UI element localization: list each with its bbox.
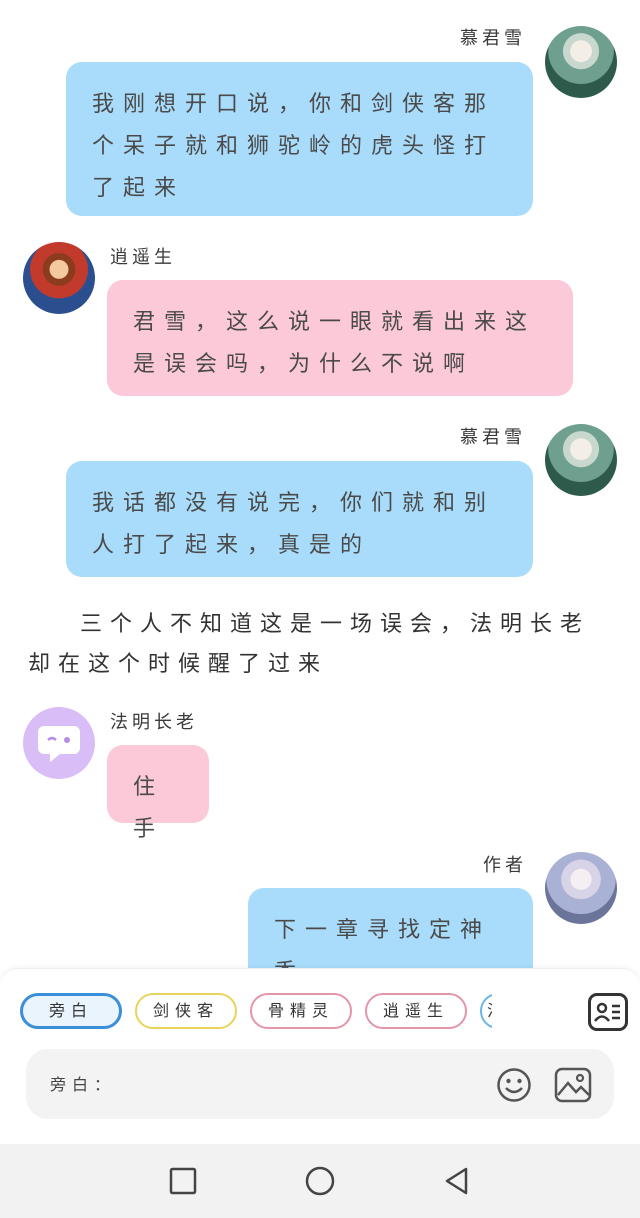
speaker-name: 法明长老 xyxy=(110,712,198,733)
speaker-name: 慕君雪 xyxy=(460,427,526,448)
avatar[interactable] xyxy=(545,852,617,924)
nav-back-icon[interactable] xyxy=(442,1166,472,1196)
image-icon[interactable] xyxy=(554,1067,592,1103)
chip-narrator[interactable]: 旁白 xyxy=(20,993,122,1029)
input-panel: 旁白剑侠客骨精灵逍遥生 法明长老 旁白： xyxy=(0,968,640,1144)
input-placeholder: 旁白： xyxy=(50,1075,117,1094)
message-bubble[interactable]: 君雪，这么说一眼就看出来这是误会吗，为什么不说啊 xyxy=(107,280,573,396)
nav-recent-icon[interactable] xyxy=(168,1166,198,1196)
avatar[interactable] xyxy=(23,242,95,314)
chip-xiaoyaosheng[interactable]: 逍遥生 xyxy=(365,993,467,1029)
avatar[interactable] xyxy=(545,424,617,496)
character-selector: 旁白剑侠客骨精灵逍遥生 法明长老 xyxy=(20,993,492,1033)
avatar[interactable] xyxy=(23,707,95,779)
speaker-name: 逍遥生 xyxy=(110,247,176,268)
speaker-name: 慕君雪 xyxy=(460,28,526,49)
system-nav-bar xyxy=(0,1144,640,1218)
avatar[interactable] xyxy=(545,26,617,98)
emoji-icon[interactable] xyxy=(496,1067,532,1103)
message-bubble[interactable]: 我刚想开口说，你和剑侠客那个呆子就和狮驼岭的虎头怪打了起来 xyxy=(66,62,533,216)
narration-text: 三个人不知道这是一场误会，法明长老却在这个时候醒了过来 xyxy=(28,612,591,677)
nav-home-icon[interactable] xyxy=(305,1166,335,1196)
message-bubble[interactable]: 下一章寻找定神香 xyxy=(248,888,533,985)
chip-gujingling[interactable]: 骨精灵 xyxy=(250,993,352,1029)
chat-bubble-icon xyxy=(38,726,80,762)
speaker-name: 作者 xyxy=(483,855,527,876)
message-bubble[interactable]: 我话都没有说完，你们就和别人打了起来，真是的 xyxy=(66,461,533,577)
message-bubble[interactable]: 住手 xyxy=(107,745,209,842)
character-card-button[interactable] xyxy=(588,993,628,1031)
message-input[interactable]: 旁白： xyxy=(26,1049,614,1119)
chip-jianxiake[interactable]: 剑侠客 xyxy=(135,993,237,1029)
chip-famingzhanglao[interactable]: 法明长老 xyxy=(480,993,492,1029)
character-card-icon xyxy=(594,1002,620,1022)
